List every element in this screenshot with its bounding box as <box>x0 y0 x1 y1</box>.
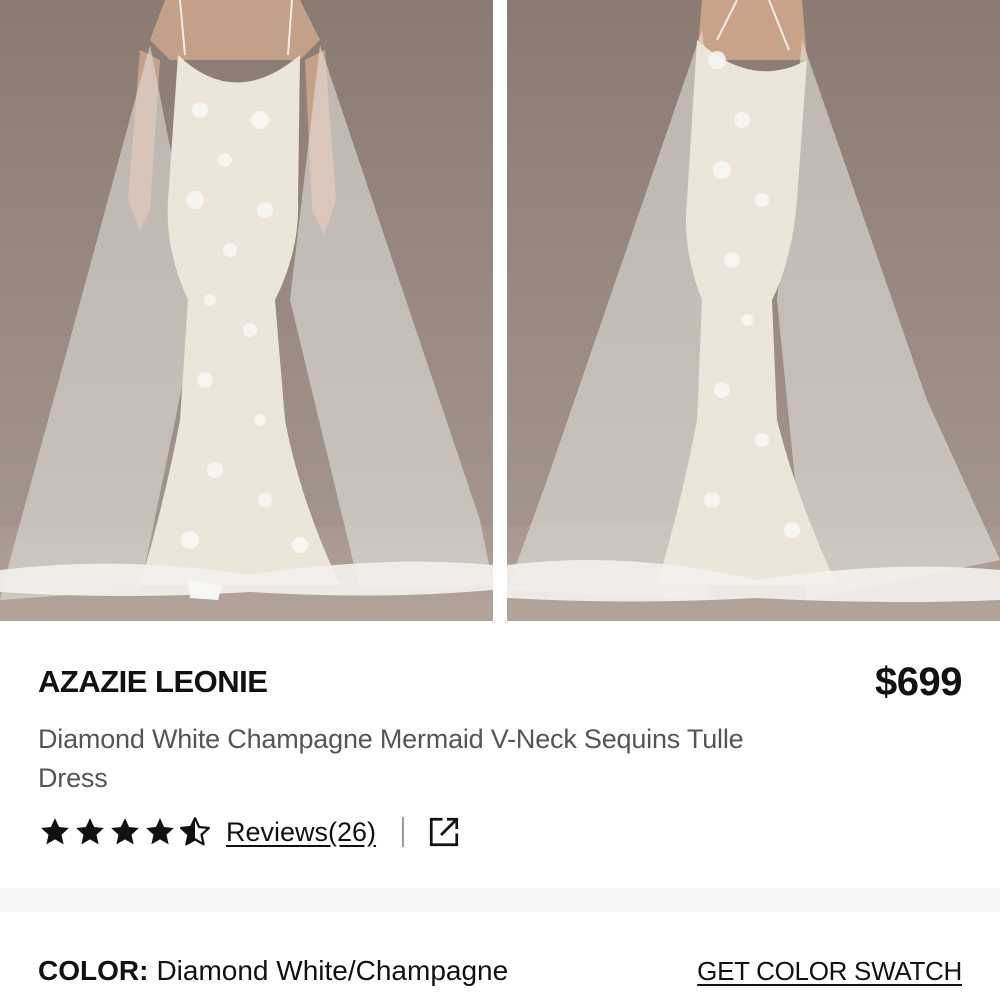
star-full-icon <box>146 818 174 845</box>
product-title: Diamond White Champagne Mermaid V-Neck S… <box>38 724 744 793</box>
dress-back-illustration <box>507 0 1000 603</box>
product-image-gallery[interactable] <box>0 0 1000 621</box>
section-separator <box>0 888 1000 912</box>
star-half-icon <box>179 816 211 846</box>
product-price: $699 <box>875 660 962 704</box>
star-full-icon <box>111 818 139 845</box>
color-value: Diamond White/Champagne <box>156 955 509 986</box>
dress-front-illustration <box>0 0 493 600</box>
product-image-back[interactable] <box>507 0 1000 621</box>
brand-name: AZAZIE LEONIE <box>38 664 268 699</box>
product-page: AZAZIE LEONIE $699 Diamond White Champag… <box>0 0 1000 1000</box>
reviews-link[interactable]: Reviews(26) <box>226 817 376 848</box>
product-image-front[interactable] <box>0 0 493 621</box>
color-info: COLOR: Diamond White/Champagne <box>38 955 508 987</box>
rating-row: Reviews(26) <box>38 808 462 856</box>
get-color-swatch-link[interactable]: GET COLOR SWATCH <box>697 956 962 987</box>
color-row: COLOR: Diamond White/Champagne GET COLOR … <box>38 955 962 987</box>
star-rating <box>38 815 212 849</box>
divider <box>402 817 405 847</box>
color-label: COLOR: <box>38 955 149 986</box>
star-full-icon <box>76 818 104 845</box>
share-external-link-icon[interactable] <box>426 814 462 850</box>
star-full-icon <box>41 818 69 845</box>
